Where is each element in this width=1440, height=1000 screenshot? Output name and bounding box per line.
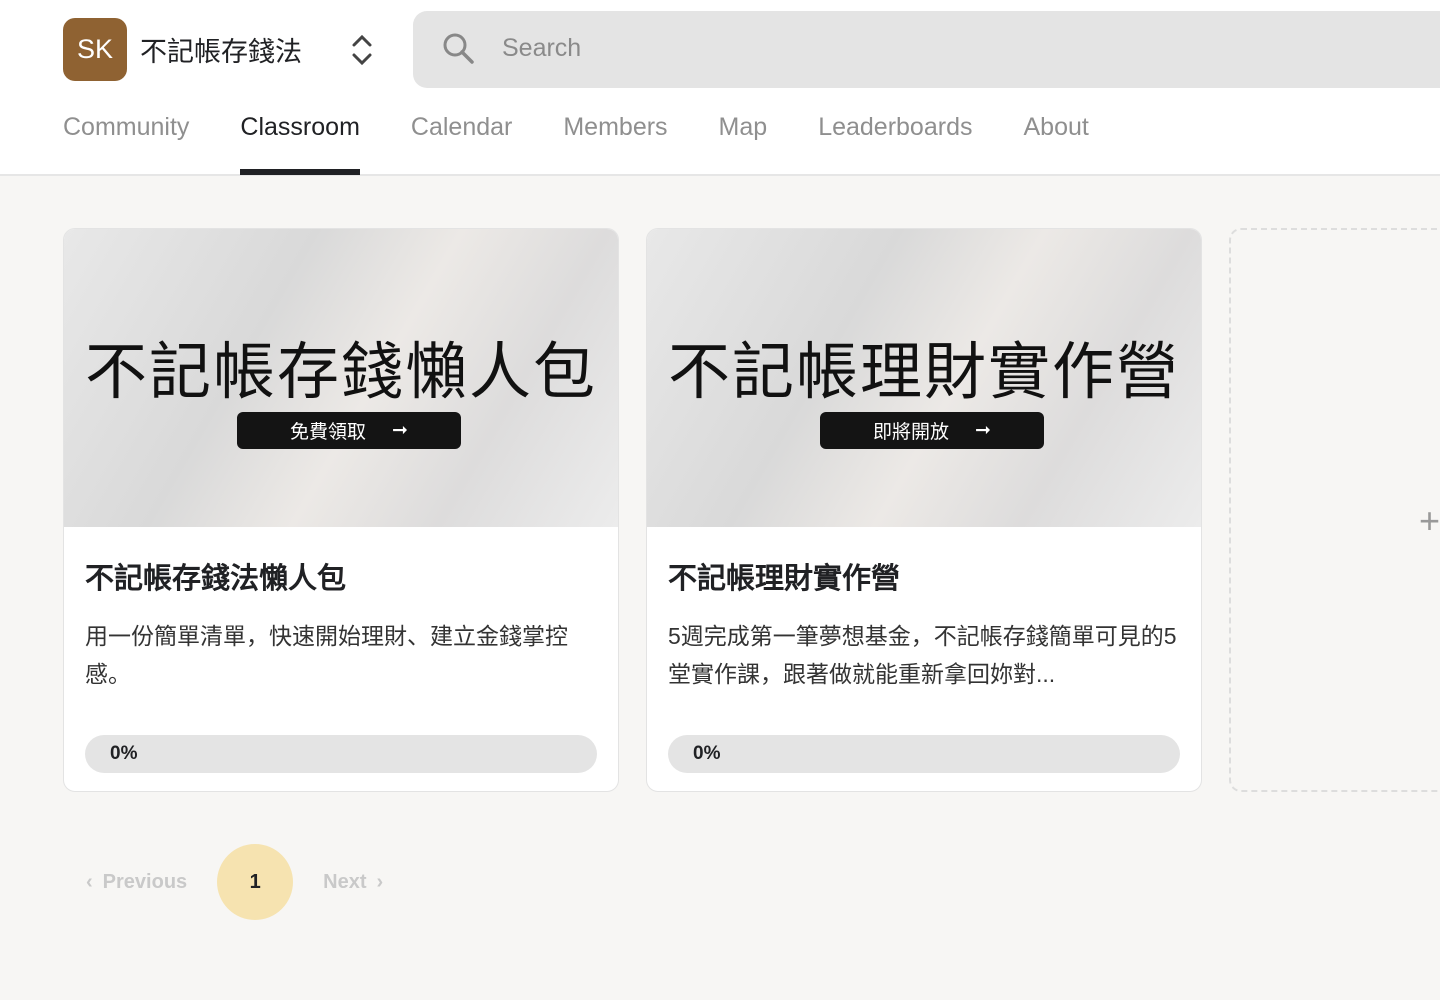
- group-name[interactable]: 不記帳存錢法: [140, 30, 302, 69]
- add-course-card[interactable]: +: [1229, 228, 1440, 792]
- tab-calendar[interactable]: Calendar: [411, 113, 512, 175]
- course-cover-image: 不記帳存錢懶人包 免費領取 ➞: [64, 229, 618, 527]
- logo-initials: SK: [76, 34, 114, 64]
- next-label: Next: [323, 870, 367, 893]
- pagination: ‹ Previous 1 Next ›: [86, 844, 383, 920]
- cover-button: 免費領取 ➞: [237, 412, 461, 449]
- course-description: 5週完成第一筆夢想基金，不記帳存錢簡單可見的5堂實作課，跟著做就能重新拿回妳對.…: [668, 623, 1177, 687]
- tab-community[interactable]: Community: [63, 113, 189, 175]
- chevron-up-down-icon[interactable]: [346, 30, 378, 70]
- search-icon: [443, 33, 474, 64]
- cover-title: 不記帳存錢懶人包: [84, 338, 597, 407]
- course-cover-image: 不記帳理財實作營 即將開放 ➞: [647, 229, 1201, 527]
- course-card[interactable]: 不記帳理財實作營 即將開放 ➞ 不記帳理財實作營 5週完成第一筆夢想基金，不記帳存…: [646, 228, 1202, 792]
- page-1-button[interactable]: 1: [217, 844, 294, 920]
- tab-about[interactable]: About: [1023, 113, 1088, 175]
- course-card[interactable]: 不記帳存錢懶人包 免費領取 ➞ 不記帳存錢法懶人包 用一份簡單清單，快速開始理財、…: [63, 228, 619, 792]
- progress-bar: 0%: [85, 735, 597, 773]
- course-title: 不記帳存錢法懶人包: [85, 563, 347, 595]
- course-title: 不記帳理財實作營: [668, 563, 901, 595]
- tab-leaderboards[interactable]: Leaderboards: [818, 113, 972, 175]
- cover-title: 不記帳理財實作營: [667, 338, 1180, 407]
- tab-map[interactable]: Map: [719, 113, 768, 175]
- cover-button-label: 即將開放: [873, 422, 950, 443]
- next-button[interactable]: Next ›: [323, 871, 383, 894]
- tab-classroom[interactable]: Classroom: [240, 113, 361, 175]
- progress-bar: 0%: [668, 735, 1180, 773]
- search-input[interactable]: Search: [413, 11, 1440, 88]
- progress-label: 0%: [693, 743, 721, 764]
- header: SK 不記帳存錢法 Search Community Classroom Cal…: [0, 0, 1440, 176]
- search-placeholder: Search: [502, 34, 582, 62]
- arrow-right-icon: ➞: [975, 420, 991, 441]
- plus-icon: +: [1419, 500, 1440, 541]
- course-description: 用一份簡單清單，快速開始理財、建立金錢掌控感。: [85, 623, 568, 687]
- nav-tabs: Community Classroom Calendar Members Map…: [63, 113, 1140, 175]
- arrow-right-icon: ➞: [392, 420, 408, 441]
- chevron-right-icon: ›: [376, 870, 384, 893]
- cover-button-label: 免費領取: [290, 422, 367, 443]
- progress-label: 0%: [110, 743, 138, 764]
- previous-label: Previous: [102, 870, 188, 893]
- group-logo[interactable]: SK: [63, 18, 127, 81]
- previous-button[interactable]: ‹ Previous: [86, 871, 187, 894]
- tab-members[interactable]: Members: [563, 113, 667, 175]
- cover-button: 即將開放 ➞: [820, 412, 1044, 449]
- chevron-left-icon: ‹: [86, 870, 93, 893]
